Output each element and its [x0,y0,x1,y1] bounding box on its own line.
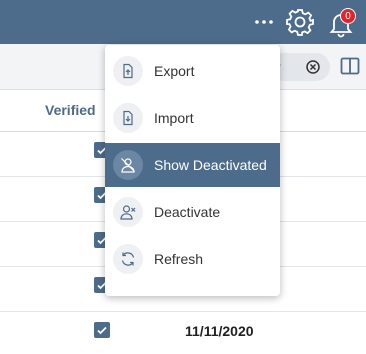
menu-item-label: Refresh [154,251,204,267]
gear-icon[interactable] [285,7,315,37]
menu-item-show-deactivated[interactable]: Show Deactivated [105,143,280,187]
menu-item-label: Show Deactivated [154,157,267,173]
menu-item-deactivate[interactable]: Deactivate [105,190,280,234]
import-file-icon [113,103,143,133]
columns-icon[interactable] [340,57,360,75]
menu-item-label: Import [154,110,194,126]
verified-checkbox[interactable] [94,322,110,338]
date-cell: 11/11/2020 [185,323,254,339]
menu-item-import[interactable]: Import [105,96,280,140]
more-actions-menu: Export Import Show Deactivated Deactivat… [105,45,280,296]
menu-item-label: Export [154,63,195,79]
notification-badge: 0 [340,8,356,24]
export-file-icon [113,56,143,86]
menu-item-export[interactable]: Export [105,49,280,93]
ellipsis-icon[interactable] [253,10,275,32]
user-remove-icon [113,197,143,227]
menu-item-label: Deactivate [154,204,221,220]
close-circle-icon[interactable] [305,59,321,75]
refresh-icon [113,244,143,274]
column-header-verified[interactable]: Verified [45,102,96,118]
table-row[interactable]: 11/11/2020 [0,312,366,354]
menu-item-refresh[interactable]: Refresh [105,237,280,281]
user-hidden-icon [113,150,143,180]
